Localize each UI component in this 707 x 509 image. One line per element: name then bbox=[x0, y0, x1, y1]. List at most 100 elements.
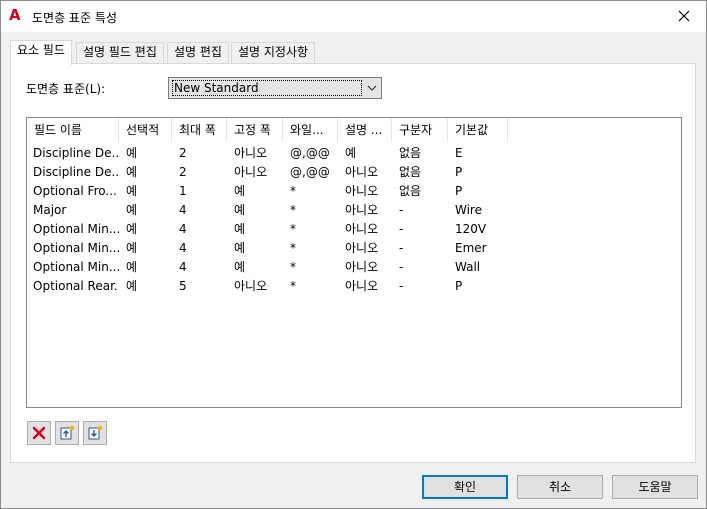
cell-wildcard: @,@@ bbox=[290, 165, 330, 179]
tab-panel: 도면층 표준(L): New Standard 필드 이름 선택적 최대 폭 고… bbox=[10, 63, 696, 463]
cell-field-name: Optional Min... bbox=[33, 241, 119, 255]
cell-wildcard: * bbox=[290, 260, 296, 274]
insert-before-icon bbox=[60, 425, 75, 440]
delete-field-button[interactable] bbox=[27, 421, 51, 445]
cell-default: P bbox=[455, 184, 463, 198]
cell-field-name: Optional Fro... bbox=[33, 184, 117, 198]
cell-max-width: 4 bbox=[179, 222, 187, 236]
cell-delimiter: - bbox=[399, 279, 404, 293]
cell-delimiter: 없음 bbox=[399, 165, 422, 179]
cell-delimiter: - bbox=[399, 260, 404, 274]
cell-optional: 예 bbox=[126, 165, 138, 179]
table-row[interactable]: Discipline De... 예 2 아니오 @,@@ 아니오 없음 P bbox=[27, 163, 681, 182]
insert-field-before-button[interactable] bbox=[55, 421, 79, 445]
column-header-max-width[interactable]: 최대 폭 bbox=[172, 118, 227, 142]
column-header-fixed-width[interactable]: 고정 폭 bbox=[227, 118, 283, 142]
cell-optional: 예 bbox=[126, 260, 138, 274]
cancel-button[interactable]: 취소 bbox=[517, 475, 603, 499]
tab-edit-description-fields[interactable]: 설명 필드 편집 bbox=[76, 42, 164, 63]
cell-max-width: 2 bbox=[179, 146, 187, 160]
tab-description-specification[interactable]: 설명 지정사항 bbox=[231, 42, 316, 63]
cell-fixed-width: 예 bbox=[234, 184, 246, 198]
cell-delimiter: - bbox=[399, 222, 404, 236]
close-button[interactable] bbox=[662, 1, 706, 31]
title-bar: A 도면층 표준 특성 bbox=[1, 1, 706, 32]
cell-description: 아니오 bbox=[345, 203, 379, 217]
cell-max-width: 4 bbox=[179, 203, 187, 217]
cell-max-width: 1 bbox=[179, 184, 187, 198]
cell-wildcard: * bbox=[290, 203, 296, 217]
cell-description: 아니오 bbox=[345, 279, 379, 293]
cell-default: P bbox=[455, 165, 463, 179]
cell-default: P bbox=[455, 279, 463, 293]
cell-default: 120V bbox=[455, 222, 487, 236]
cell-fixed-width: 예 bbox=[234, 260, 246, 274]
insert-after-icon bbox=[88, 425, 103, 440]
cell-optional: 예 bbox=[126, 184, 138, 198]
help-button[interactable]: 도움말 bbox=[612, 475, 698, 499]
table-row[interactable]: Optional Fro... 예 1 예 * 아니오 없음 P bbox=[27, 182, 681, 201]
cell-default: Emer bbox=[455, 241, 487, 255]
cell-field-name: Discipline De... bbox=[33, 165, 119, 179]
cell-description: 예 bbox=[345, 146, 357, 160]
cell-max-width: 4 bbox=[179, 260, 187, 274]
layer-standard-value: New Standard bbox=[172, 80, 362, 96]
column-header-description[interactable]: 설명 ... bbox=[338, 118, 392, 142]
cell-fixed-width: 아니오 bbox=[234, 146, 268, 160]
cell-wildcard: * bbox=[290, 279, 296, 293]
insert-field-after-button[interactable] bbox=[83, 421, 107, 445]
table-row[interactable]: Optional Min... 예 4 예 * 아니오 - Wall bbox=[27, 258, 681, 277]
column-header-optional[interactable]: 선택적 bbox=[119, 118, 172, 142]
delete-icon bbox=[32, 426, 46, 440]
cell-wildcard: @,@@ bbox=[290, 146, 330, 160]
cell-optional: 예 bbox=[126, 241, 138, 255]
fields-list[interactable]: 필드 이름 선택적 최대 폭 고정 폭 와일... 설명 ... 구분자 기본값… bbox=[26, 117, 682, 408]
cell-optional: 예 bbox=[126, 279, 138, 293]
layer-standard-label: 도면층 표준(L): bbox=[26, 82, 106, 96]
cell-default: E bbox=[455, 146, 463, 160]
cell-optional: 예 bbox=[126, 222, 138, 236]
column-header-wildcard[interactable]: 와일... bbox=[283, 118, 338, 142]
cell-description: 아니오 bbox=[345, 222, 379, 236]
close-icon bbox=[678, 10, 690, 22]
layer-standard-dropdown[interactable]: New Standard bbox=[168, 77, 382, 99]
cell-max-width: 2 bbox=[179, 165, 187, 179]
table-row[interactable]: Optional Min... 예 4 예 * 아니오 - 120V bbox=[27, 220, 681, 239]
table-row[interactable]: Discipline De... 예 2 아니오 @,@@ 예 없음 E bbox=[27, 144, 681, 163]
cell-delimiter: 없음 bbox=[399, 184, 422, 198]
cell-description: 아니오 bbox=[345, 184, 379, 198]
cell-description: 아니오 bbox=[345, 241, 379, 255]
table-row[interactable]: Optional Min... 예 4 예 * 아니오 - Emer bbox=[27, 239, 681, 258]
ok-button[interactable]: 확인 bbox=[422, 475, 508, 499]
column-header-default[interactable]: 기본값 bbox=[448, 118, 508, 142]
cell-wildcard: * bbox=[290, 222, 296, 236]
table-row[interactable]: Major 예 4 예 * 아니오 - Wire bbox=[27, 201, 681, 220]
chevron-down-icon bbox=[367, 85, 377, 91]
window-title: 도면층 표준 특성 bbox=[32, 11, 117, 25]
cell-delimiter: - bbox=[399, 203, 404, 217]
cell-fixed-width: 예 bbox=[234, 203, 246, 217]
cell-description: 아니오 bbox=[345, 260, 379, 274]
cell-wildcard: * bbox=[290, 241, 296, 255]
tab-elements-fields[interactable]: 요소 필드 bbox=[10, 40, 72, 65]
cell-optional: 예 bbox=[126, 203, 138, 217]
cell-fixed-width: 예 bbox=[234, 222, 246, 236]
cell-field-name: Optional Rear... bbox=[33, 279, 119, 293]
cell-fixed-width: 예 bbox=[234, 241, 246, 255]
tab-edit-description[interactable]: 설명 편집 bbox=[167, 42, 229, 63]
dialog-window: A 도면층 표준 특성 요소 필드 설명 필드 편집 설명 편집 설명 지정사항… bbox=[0, 0, 707, 509]
column-header-field-name[interactable]: 필드 이름 bbox=[27, 118, 119, 142]
cell-delimiter: - bbox=[399, 241, 404, 255]
cell-max-width: 5 bbox=[179, 279, 187, 293]
cell-fixed-width: 아니오 bbox=[234, 165, 268, 179]
cell-max-width: 4 bbox=[179, 241, 187, 255]
cell-field-name: Optional Min... bbox=[33, 222, 119, 236]
list-header: 필드 이름 선택적 최대 폭 고정 폭 와일... 설명 ... 구분자 기본값 bbox=[27, 118, 681, 142]
cell-default: Wire bbox=[455, 203, 482, 217]
column-header-delimiter[interactable]: 구분자 bbox=[392, 118, 448, 142]
table-row[interactable]: Optional Rear... 예 5 아니오 * 아니오 - P bbox=[27, 277, 681, 296]
cell-field-name: Major bbox=[33, 203, 67, 217]
cell-description: 아니오 bbox=[345, 165, 379, 179]
cell-field-name: Discipline De... bbox=[33, 146, 119, 160]
cell-default: Wall bbox=[455, 260, 481, 274]
